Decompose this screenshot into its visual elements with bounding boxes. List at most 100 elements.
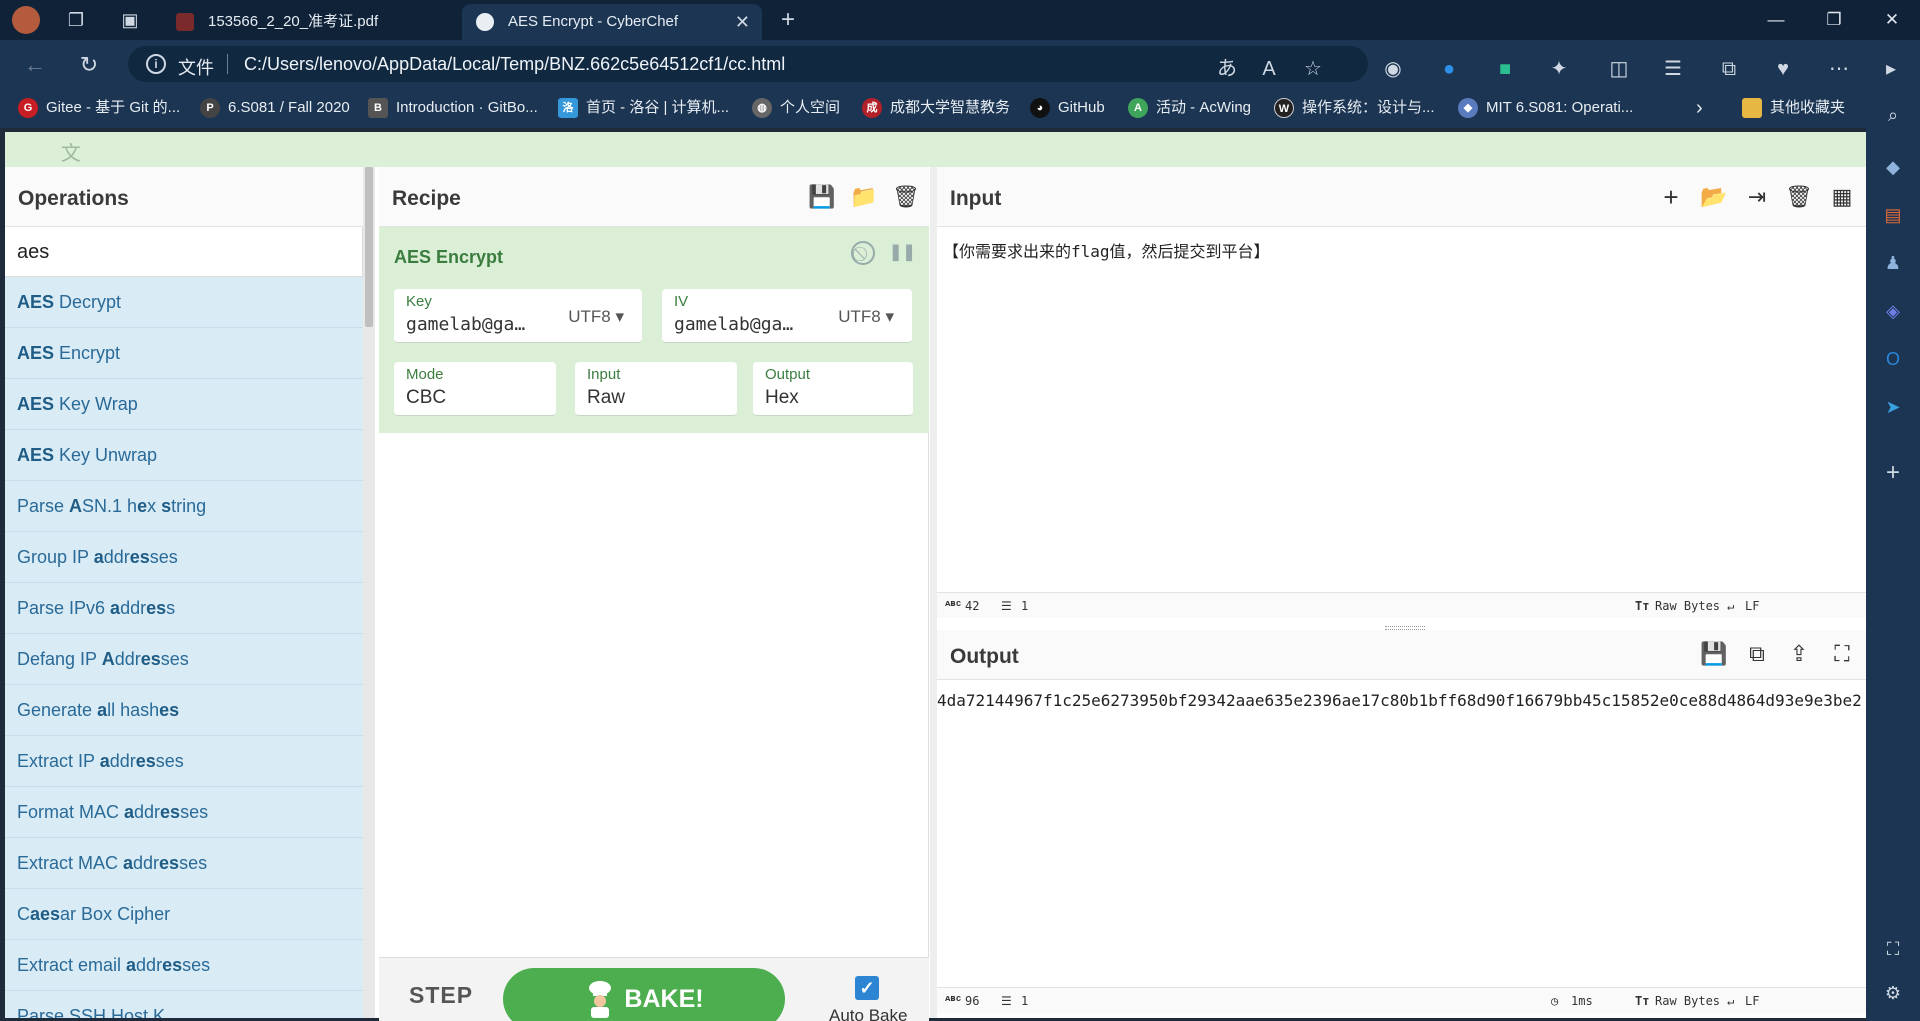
- recipe-operation-aes-encrypt[interactable]: AES Encrypt ⃠ ❚❚ Key gamelab@ga… UTF8 ▾ …: [379, 227, 929, 433]
- mode-select[interactable]: Mode CBC: [394, 362, 556, 416]
- maximise-output-icon[interactable]: ⛶: [1827, 640, 1857, 668]
- op-aes-key-wrap[interactable]: AES Key Wrap: [5, 379, 363, 430]
- key-encoding-dropdown[interactable]: UTF8 ▾: [568, 307, 624, 327]
- workspaces-icon[interactable]: ❐: [62, 6, 90, 34]
- op-list-item[interactable]: Extract email addresses: [5, 940, 363, 991]
- sidebar-shopping-icon[interactable]: ◆: [1878, 152, 1908, 182]
- restore-button[interactable]: ❐: [1804, 0, 1864, 40]
- sidebar-outlook-icon[interactable]: O: [1878, 344, 1908, 374]
- sidebar-copilot-icon[interactable]: ◈: [1878, 296, 1908, 326]
- other-bookmarks-folder[interactable]: 其他收藏夹: [1742, 97, 1845, 119]
- favorite-star-icon[interactable]: ☆: [1298, 54, 1328, 84]
- input-textarea[interactable]: 【你需要求出来的flag值，然后提交到平台】: [943, 238, 1859, 488]
- pane-resize-handle[interactable]: [930, 167, 937, 1018]
- op-list-item[interactable]: Group IP addresses: [5, 532, 363, 583]
- replace-input-icon[interactable]: ⇪: [1784, 640, 1814, 668]
- profile-avatar[interactable]: [12, 6, 40, 34]
- op-list-item[interactable]: Parse ASN.1 hex string: [5, 481, 363, 532]
- op-list-item[interactable]: Generate all hashes: [5, 685, 363, 736]
- op-aes-key-unwrap[interactable]: AES Key Unwrap: [5, 430, 363, 481]
- bookmark-acwing[interactable]: A 活动 - AcWing: [1128, 97, 1251, 119]
- clear-recipe-icon[interactable]: 🗑: [891, 183, 921, 211]
- performance-icon[interactable]: ♥: [1768, 54, 1798, 84]
- read-aloud-icon[interactable]: A: [1254, 54, 1284, 84]
- operations-search-input[interactable]: aes: [5, 227, 363, 277]
- op-list-item[interactable]: Extract MAC addresses: [5, 838, 363, 889]
- translate-icon[interactable]: あ: [1212, 54, 1242, 84]
- favorites-icon[interactable]: ☰: [1658, 54, 1688, 84]
- output-encoding[interactable]: Raw Bytes: [1655, 994, 1720, 1008]
- collections-icon[interactable]: ⧉: [1714, 54, 1744, 84]
- bookmarks-overflow-icon[interactable]: ›: [1696, 97, 1703, 119]
- sidebar-add-icon[interactable]: +: [1878, 458, 1908, 488]
- save-recipe-icon[interactable]: 💾: [807, 183, 837, 211]
- op-aes-encrypt[interactable]: AES Encrypt: [5, 328, 363, 379]
- split-screen-icon[interactable]: ◫: [1604, 54, 1634, 84]
- sidebar-settings-icon[interactable]: ⚙: [1878, 978, 1908, 1008]
- bookmark-gitee[interactable]: G Gitee - 基于 Git 的...: [18, 97, 180, 119]
- input-encoding[interactable]: Raw Bytes: [1655, 599, 1720, 613]
- output-format-select[interactable]: Output Hex: [753, 362, 913, 416]
- bookmark-gitbook[interactable]: B Introduction · GitBo...: [368, 97, 538, 119]
- breakpoint-icon[interactable]: ❚❚: [889, 241, 916, 265]
- bookmark-cdu[interactable]: 成成都大学智慧教务: [862, 97, 1010, 119]
- url-text[interactable]: C:/Users/lenovo/AppData/Local/Temp/BNZ.6…: [244, 54, 785, 75]
- load-recipe-icon[interactable]: 📁: [849, 183, 879, 211]
- op-list-item[interactable]: Parse IPv6 address: [5, 583, 363, 634]
- close-window-button[interactable]: ✕: [1862, 0, 1920, 40]
- save-output-icon[interactable]: 💾: [1699, 640, 1729, 668]
- op-list-item[interactable]: Caesar Box Cipher: [5, 889, 363, 940]
- op-list-item[interactable]: Format MAC addresses: [5, 787, 363, 838]
- iv-field[interactable]: IV gamelab@ga… UTF8 ▾: [662, 289, 912, 343]
- clear-input-icon[interactable]: 🗑: [1784, 183, 1814, 211]
- add-input-tab-icon[interactable]: +: [1656, 183, 1686, 211]
- open-file-icon[interactable]: 📂: [1699, 183, 1729, 211]
- disable-operation-icon[interactable]: ⃠: [851, 241, 875, 265]
- extension-green-icon[interactable]: ■: [1490, 54, 1520, 84]
- input-eol[interactable]: LF: [1745, 599, 1759, 613]
- extension-blue-icon[interactable]: ●: [1434, 54, 1464, 84]
- op-list-item[interactable]: Extract IP addresses: [5, 736, 363, 787]
- bookmark-personal[interactable]: ◍ 个人空间: [752, 97, 840, 119]
- output-textarea[interactable]: 4da72144967f1c25e6273950bf29342aae635e23…: [937, 691, 1866, 951]
- refresh-icon[interactable]: ↻: [74, 50, 104, 80]
- extensions-puzzle-icon[interactable]: ✦: [1544, 54, 1574, 84]
- bookmark-mit[interactable]: ◆ MIT 6.S081: Operati...: [1458, 97, 1633, 119]
- step-button[interactable]: STEP: [409, 982, 473, 1009]
- key-input[interactable]: gamelab@ga…: [406, 314, 538, 335]
- bookmark-os[interactable]: W 操作系统：设计与...: [1274, 97, 1435, 119]
- scrollbar-thumb[interactable]: [365, 167, 373, 327]
- sidebar-search-icon[interactable]: ⌕: [1878, 100, 1908, 130]
- bookmark-luogu[interactable]: 洛首页 - 洛谷 | 计算机...: [558, 97, 729, 119]
- op-aes-decrypt[interactable]: AES Decrypt: [5, 277, 363, 328]
- sidebar-toggle-icon[interactable]: ▸: [1876, 54, 1906, 84]
- auto-bake-checkbox[interactable]: ✓: [855, 976, 879, 1000]
- close-tab-icon[interactable]: ✕: [735, 4, 750, 40]
- language-icon[interactable]: 文: [61, 137, 81, 166]
- key-field[interactable]: Key gamelab@ga… UTF8 ▾: [394, 289, 642, 343]
- sidebar-screenshot-icon[interactable]: ⛶: [1878, 934, 1908, 964]
- copy-output-icon[interactable]: ⧉: [1742, 640, 1772, 668]
- sidebar-tools-icon[interactable]: ▤: [1878, 200, 1908, 230]
- bake-button[interactable]: BAKE!: [503, 968, 785, 1021]
- iv-input[interactable]: gamelab@ga…: [674, 314, 806, 335]
- back-icon[interactable]: ←: [20, 50, 50, 80]
- more-menu-icon[interactable]: ⋯: [1824, 54, 1854, 84]
- reset-layout-icon[interactable]: ▦: [1827, 183, 1857, 211]
- op-list-item[interactable]: Parse SSH Host K...: [5, 991, 363, 1018]
- address-field[interactable]: i 文件 C:/Users/lenovo/AppData/Local/Temp/…: [128, 46, 1368, 82]
- bookmark-github[interactable]: ◕ GitHub: [1030, 97, 1105, 119]
- sidebar-send-icon[interactable]: ➤: [1878, 392, 1908, 422]
- tab-cyberchef[interactable]: AES Encrypt - CyberChef ✕: [462, 4, 762, 40]
- bookmark-6s081[interactable]: P 6.S081 / Fall 2020: [200, 97, 350, 119]
- extension-glasses-icon[interactable]: ◉: [1378, 54, 1408, 84]
- vertical-tabs-icon[interactable]: ▣: [116, 6, 144, 34]
- operations-scrollbar[interactable]: [363, 167, 375, 1018]
- output-eol[interactable]: LF: [1745, 994, 1759, 1008]
- info-icon[interactable]: i: [146, 54, 166, 74]
- iv-encoding-dropdown[interactable]: UTF8 ▾: [838, 307, 894, 327]
- open-folder-icon[interactable]: ⇥: [1742, 183, 1772, 211]
- tab-pdf[interactable]: 153566_2_20_准考证.pdf: [162, 4, 458, 40]
- sidebar-games-icon[interactable]: ♟: [1878, 248, 1908, 278]
- new-tab-icon[interactable]: +: [774, 6, 802, 34]
